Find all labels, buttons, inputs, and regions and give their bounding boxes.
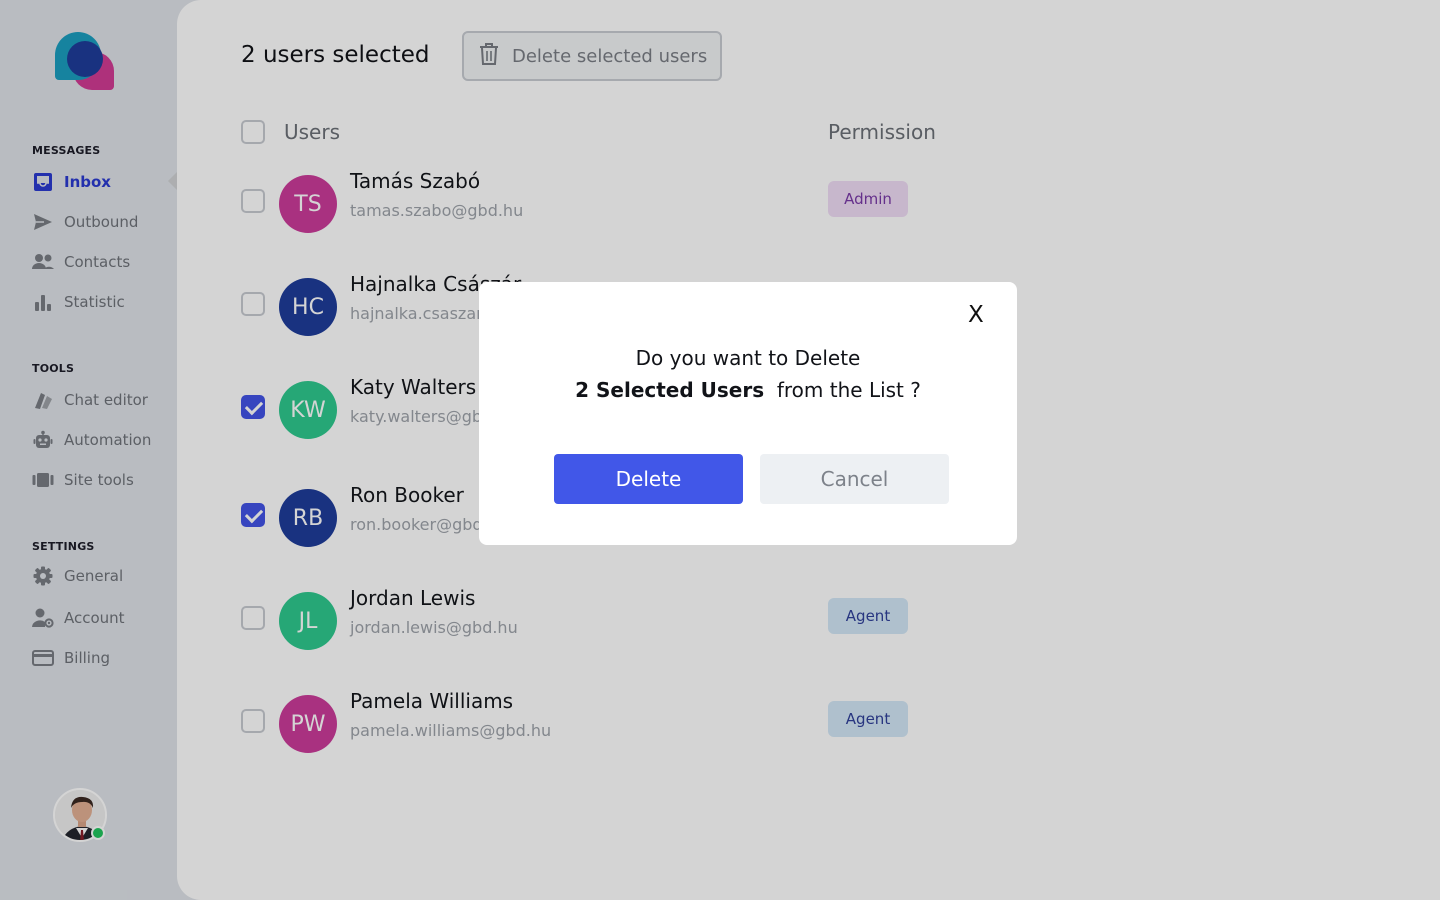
dialog-question: Do you want to Delete bbox=[635, 346, 861, 370]
delete-confirmation-dialog: X Do you want to Delete 2 Selected Users… bbox=[479, 282, 1017, 545]
selected-users-count: 2 Selected Users bbox=[575, 378, 765, 402]
close-button[interactable]: X bbox=[968, 302, 984, 328]
cancel-button[interactable]: Cancel bbox=[760, 454, 949, 504]
dialog-question-detail: 2 Selected Users from the List ? bbox=[479, 378, 1017, 402]
confirm-delete-button[interactable]: Delete bbox=[554, 454, 743, 504]
dialog-question-suffix: from the List ? bbox=[776, 378, 921, 402]
